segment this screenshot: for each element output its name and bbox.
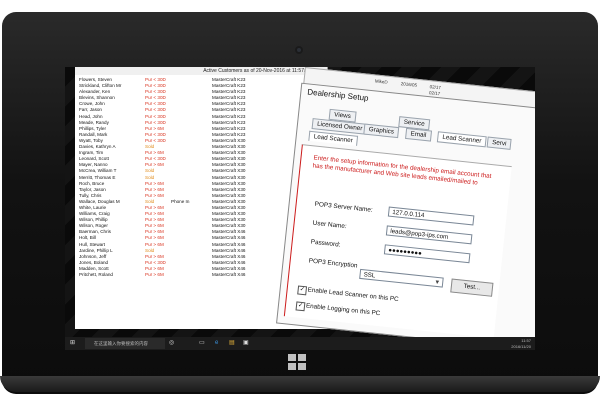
clock-date: 2016/11/20 [511,343,531,349]
password-label: Password: [310,238,341,249]
dealership-setup-dialog[interactable]: Dealership Setup Views Service Licensed … [276,82,535,350]
encryption-value: SSL [363,271,376,280]
file-explorer-icon[interactable]: ▤ [229,337,235,350]
taskbar-search-input[interactable]: 在这里输入你要搜索的内容 [85,338,165,349]
tab-email[interactable]: Email [405,127,432,142]
enable-logging-checkbox[interactable]: ✓ [295,301,306,312]
tablet-keyboard-edge [0,376,600,392]
taskbar: ⊞ 在这里输入你要搜索的内容 ◎ ▭ e ▤ ▣ 11:57 2016/11/2… [65,337,535,350]
screen: Active Customers as of 20-Nov-2016 at 11… [65,67,535,350]
edge-browser-icon[interactable]: e [215,337,218,350]
pop3-server-input[interactable]: 127.0.0.114 [387,206,475,226]
chevron-down-icon: ▼ [433,279,441,287]
password-input[interactable]: ●●●●●●●●● [383,244,471,264]
grid-cell-user: MikeD [374,78,388,85]
customer-status: Pur > 6M [145,272,164,277]
tab-lead-scanner[interactable]: Lead Scanner [436,131,487,148]
encryption-label: POP3 Encryption [308,257,358,270]
store-icon[interactable]: ▣ [243,337,249,350]
user-label: User Name: [312,219,347,231]
enable-logging-label: Enable Logging on this PC [305,302,381,318]
mic-icon[interactable]: ◎ [169,337,174,350]
camera-icon [295,46,303,54]
customer-model: MasterCraft X46 [212,272,246,277]
task-view-icon[interactable]: ▭ [199,337,205,350]
enable-lead-scanner-label: Enable Lead Scanner on this PC [307,286,399,304]
server-label: POP3 Server Name: [314,200,374,214]
customer-name: Pritchett, Roland [79,272,113,277]
lead-scanner-panel: Enter the setup information for the deal… [283,144,512,339]
system-clock[interactable]: 11:57 2016/11/20 [511,338,531,349]
test-button[interactable]: Test... [450,278,494,297]
tab-service-more[interactable]: Servi [486,136,512,150]
report-title: Active Customers as of 20-Nov-2016 at 11… [75,67,327,75]
encryption-select[interactable]: SSL ▼ [359,268,444,288]
tab-graphics[interactable]: Graphics [363,123,400,139]
user-name-input[interactable]: leads@pop3-ips.com [385,225,473,245]
grid-cell-date: 2016/05 [400,81,418,88]
start-icon[interactable]: ⊞ [70,337,75,350]
windows-logo-icon[interactable] [288,354,306,370]
dealership-setup-window: MikeD 2016/05 02/17 02/17 Dealership Set… [276,67,535,350]
dialog-title: Dealership Setup [306,87,369,103]
check-icon: ✓ [297,302,304,310]
check-icon: ✓ [299,286,305,294]
enable-lead-scanner-checkbox[interactable]: ✓ [297,285,308,296]
